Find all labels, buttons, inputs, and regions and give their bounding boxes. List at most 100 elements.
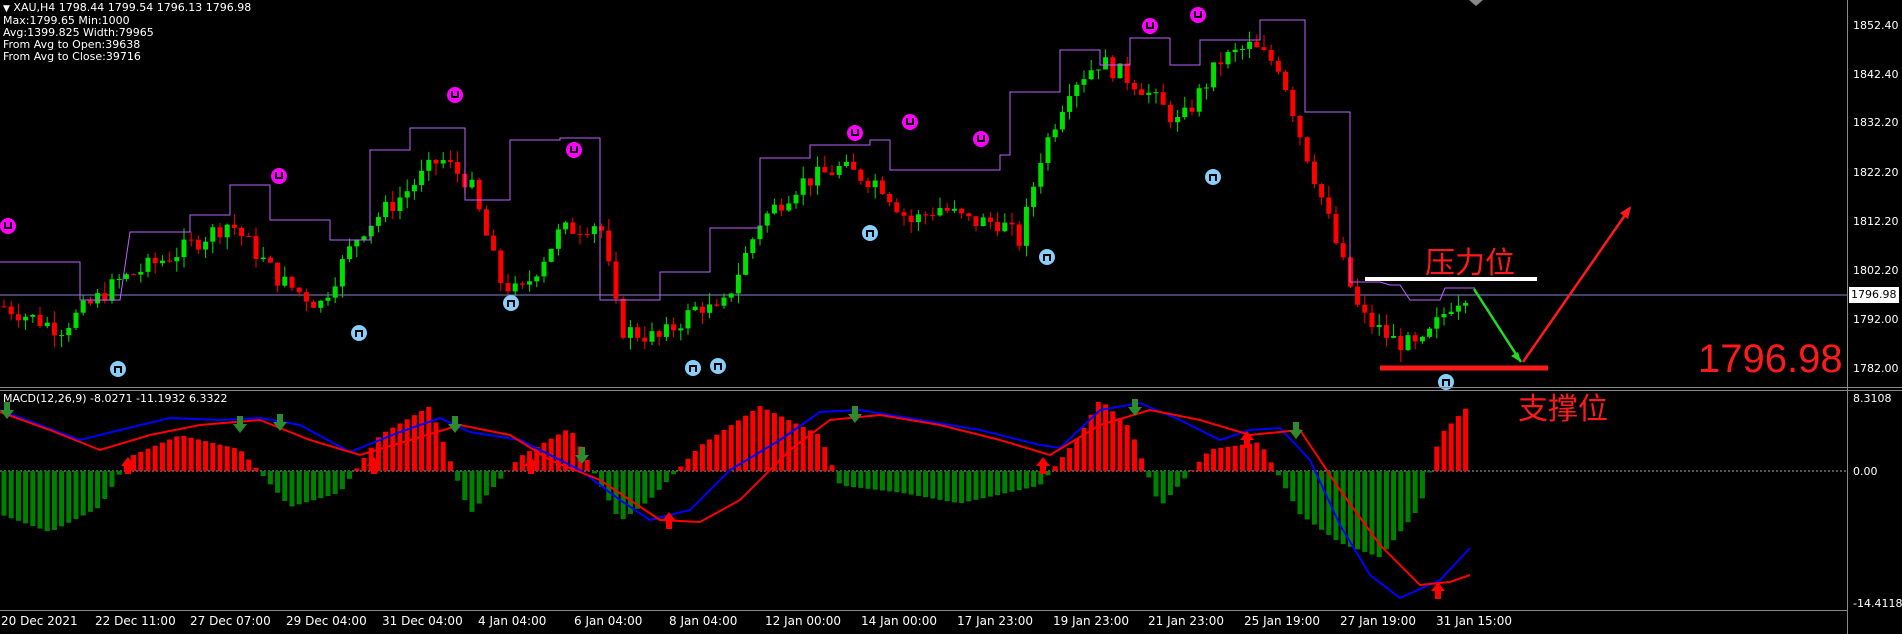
candle-body	[1247, 41, 1253, 49]
candle-body	[887, 193, 893, 203]
candle-body	[1340, 243, 1346, 258]
candle-body	[390, 201, 396, 212]
macd-bar	[354, 468, 360, 471]
macd-bar	[1347, 471, 1353, 547]
candle-body	[1275, 60, 1281, 72]
macd-bar	[1131, 439, 1137, 471]
candle-body	[872, 180, 878, 188]
candle-body	[692, 306, 698, 311]
candle-body	[728, 293, 734, 298]
macd-bar	[1074, 439, 1080, 471]
candle-body	[1311, 161, 1317, 185]
macd-bar	[440, 441, 446, 471]
macd-bar	[836, 471, 842, 484]
macd-bar	[937, 471, 943, 500]
candle-body	[59, 335, 65, 337]
candle-body	[469, 179, 475, 188]
macd-bar	[879, 471, 885, 491]
macd-bar	[1124, 425, 1130, 471]
macd-bar	[1002, 471, 1008, 494]
candle-body	[1031, 186, 1037, 207]
candle-body	[80, 300, 86, 313]
chart-shift-icon	[1469, 0, 1483, 6]
macd-bar	[930, 471, 936, 499]
candle-body	[167, 260, 173, 262]
candle-body	[973, 216, 979, 227]
macd-bar	[253, 467, 259, 471]
macd-bar	[116, 471, 122, 475]
candle-body	[1261, 47, 1267, 50]
macd-bar	[685, 458, 691, 471]
bottom-fractal-icon	[1205, 169, 1221, 185]
candle-body	[123, 274, 129, 279]
macd-bar	[692, 450, 698, 471]
macd-bar	[951, 471, 957, 503]
candle-body	[1067, 96, 1073, 112]
candle-body	[779, 204, 785, 211]
candle-body	[1448, 311, 1454, 314]
sell-arrow-icon	[448, 416, 462, 433]
candle-body	[174, 257, 180, 262]
top-fractal-icon	[447, 87, 463, 103]
macd-bar	[303, 471, 309, 503]
macd-bar	[30, 471, 36, 527]
candle-body	[1441, 313, 1447, 318]
bottom-fractal-icon	[110, 361, 126, 377]
macd-bar	[1052, 466, 1058, 471]
candle-body	[764, 213, 770, 226]
collapse-triangle-icon[interactable]: ▼	[3, 4, 10, 14]
macd-bar	[1009, 471, 1015, 492]
macd-bar	[699, 444, 705, 471]
macd-bar	[15, 471, 21, 521]
time-axis-label: 27 Jan 19:00	[1340, 614, 1416, 628]
macd-bar	[1160, 471, 1166, 504]
arrow-head-icon	[1620, 206, 1631, 219]
macd-bar	[1362, 471, 1368, 552]
candle-body	[1203, 87, 1209, 89]
candle-body	[347, 246, 353, 260]
candle-body	[1268, 49, 1274, 61]
candle-body	[44, 322, 50, 327]
time-axis-label: 14 Jan 00:00	[861, 614, 937, 628]
main-price-chart[interactable]	[0, 7, 1847, 390]
sell-arrow-icon	[1289, 422, 1303, 439]
candle-body	[606, 230, 612, 262]
candle-body	[1419, 336, 1425, 342]
macd-bar	[1405, 471, 1411, 523]
macd-bar	[843, 471, 849, 487]
candle-body	[95, 293, 101, 304]
candle-body	[1283, 71, 1289, 91]
macd-bar	[203, 441, 209, 471]
price-axis-label: 1782.00	[1853, 362, 1899, 375]
macd-bar	[1304, 471, 1310, 520]
candle-body	[541, 261, 547, 277]
macd-bar	[901, 471, 907, 494]
candle-body	[181, 239, 187, 258]
macd-bar	[282, 471, 288, 502]
macd-bar	[145, 448, 151, 471]
candle-body	[1232, 49, 1238, 53]
macd-histogram	[1, 401, 1469, 558]
macd-bar	[649, 471, 655, 498]
macd-bar	[404, 419, 410, 471]
macd-bar	[23, 471, 29, 524]
macd-panel[interactable]	[0, 399, 1847, 600]
candle-body	[339, 259, 345, 287]
top-fractal-icon	[0, 218, 16, 234]
pane-separator[interactable]	[0, 387, 1902, 388]
candle-body	[966, 213, 972, 217]
macd-bar	[642, 471, 648, 504]
chart-canvas[interactable]	[0, 0, 1902, 634]
candle-body	[750, 239, 756, 253]
candle-body	[901, 212, 907, 216]
price-axis-label: 1822.20	[1853, 166, 1899, 179]
candle-body	[224, 224, 230, 238]
stats-line: From Avg to Close:39716	[3, 50, 141, 63]
candle-body	[822, 166, 828, 173]
candle-body	[1009, 222, 1015, 225]
candle-body	[30, 314, 36, 317]
macd-bar	[1275, 471, 1281, 476]
macd-bar	[1412, 471, 1418, 514]
candle-body	[642, 337, 648, 342]
macd-bar	[800, 426, 806, 471]
